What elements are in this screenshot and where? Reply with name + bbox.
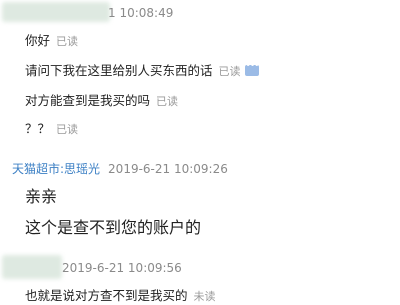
message-timestamp: 1 10:08:49 bbox=[108, 6, 174, 20]
message-text: 也就是说对方查不到是我买的 bbox=[25, 288, 188, 303]
chat-message: 也就是说对方查不到是我买的 未读 bbox=[25, 285, 216, 304]
chat-message: 请问下我在这里给别人买东西的话 已读 bbox=[25, 60, 259, 79]
chat-message: 对方能查到是我买的吗 已读 bbox=[25, 90, 178, 109]
unread-status: 未读 bbox=[193, 290, 216, 303]
message-text: 对方能查到是我买的吗 bbox=[25, 93, 151, 108]
read-status: 已读 bbox=[56, 123, 79, 136]
blurred-sender-name bbox=[2, 255, 62, 279]
message-text: 请问下我在这里给别人买东西的话 bbox=[25, 63, 213, 78]
sender-name[interactable]: 天猫超市:思瑶光 bbox=[12, 162, 100, 176]
blurred-sender-name bbox=[2, 2, 110, 22]
read-status: 已读 bbox=[56, 35, 79, 48]
read-status: 已读 bbox=[218, 65, 241, 78]
read-status: 已读 bbox=[156, 95, 179, 108]
chat-message: ？？ 已读 bbox=[25, 118, 78, 137]
message-timestamp: 2019-6-21 10:09:26 bbox=[108, 162, 228, 176]
chat-message: 这个是查不到您的账户的 bbox=[25, 214, 201, 238]
chat-message: 亲亲 bbox=[25, 183, 57, 207]
chat-message: 你好 已读 bbox=[25, 30, 78, 49]
message-text: 你好 bbox=[25, 33, 51, 48]
message-timestamp: 2019-6-21 10:09:56 bbox=[62, 261, 182, 275]
message-text: 这个是查不到您的账户的 bbox=[25, 218, 202, 237]
message-header: 天猫超市:思瑶光 2019-6-21 10:09:26 bbox=[12, 160, 228, 177]
message-text: ？？ bbox=[25, 121, 51, 136]
message-text: 亲亲 bbox=[25, 187, 58, 206]
chat-bubble-icon bbox=[244, 61, 259, 76]
